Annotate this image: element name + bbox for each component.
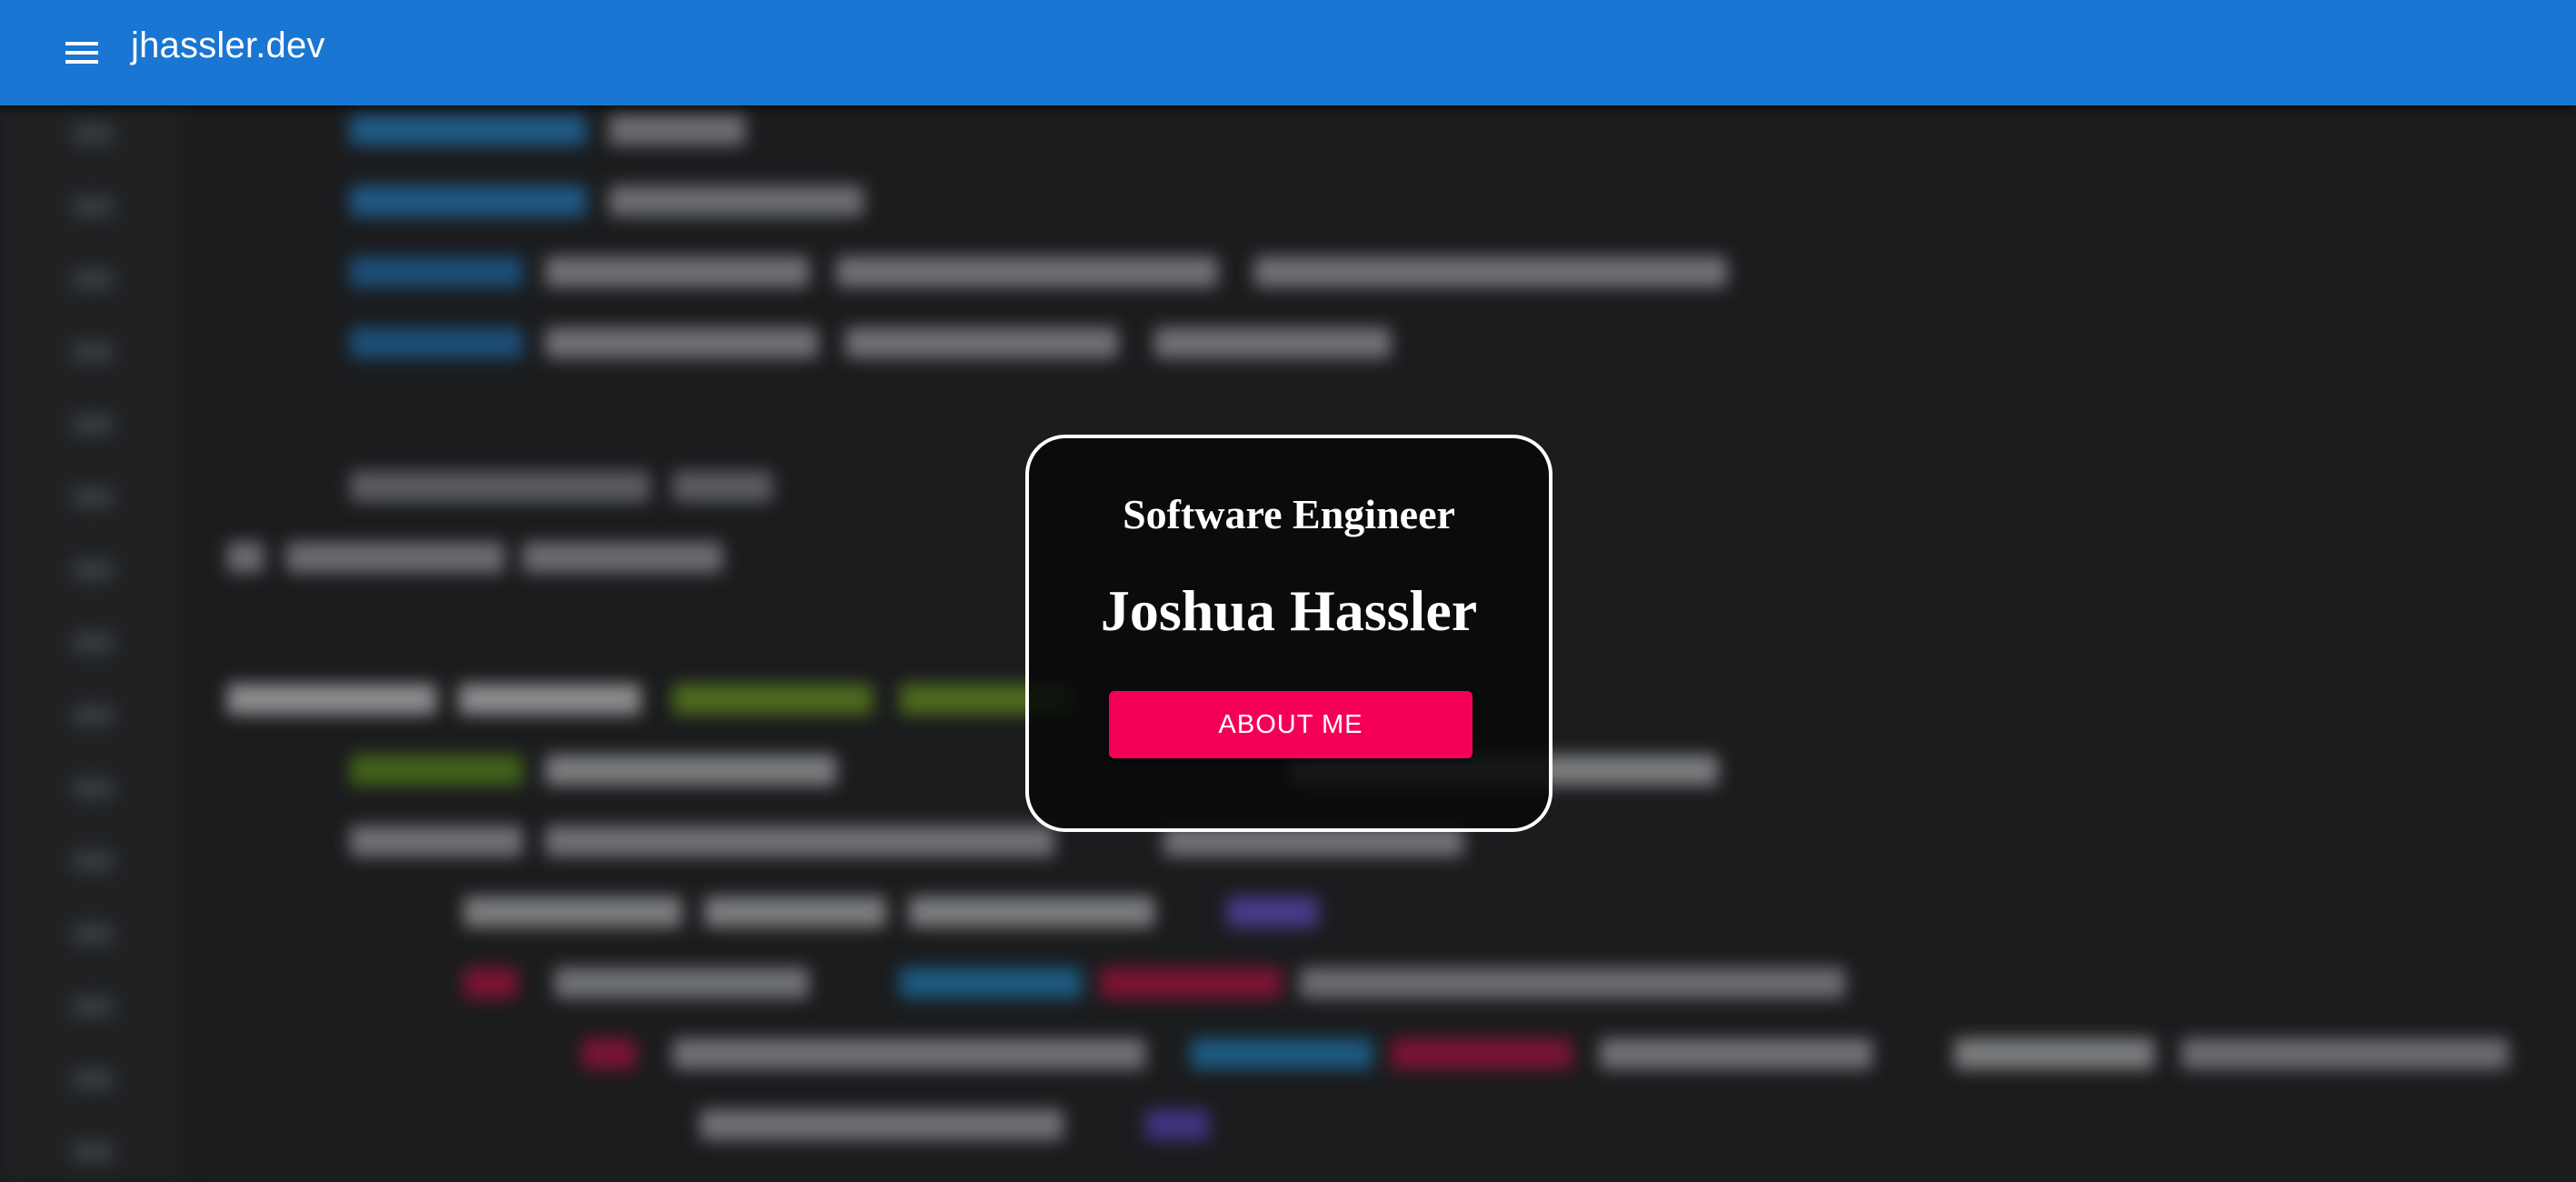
site-title[interactable]: jhassler.dev <box>131 22 325 69</box>
person-name: Joshua Hassler <box>1100 578 1478 643</box>
menu-icon <box>64 39 100 66</box>
job-title: Software Engineer <box>1123 491 1455 537</box>
about-me-button[interactable]: ABOUT ME <box>1109 691 1473 758</box>
app-bar: jhassler.dev <box>0 0 2576 105</box>
hero-card: Software Engineer Joshua Hassler ABOUT M… <box>1025 435 1553 832</box>
menu-button[interactable] <box>56 27 107 78</box>
